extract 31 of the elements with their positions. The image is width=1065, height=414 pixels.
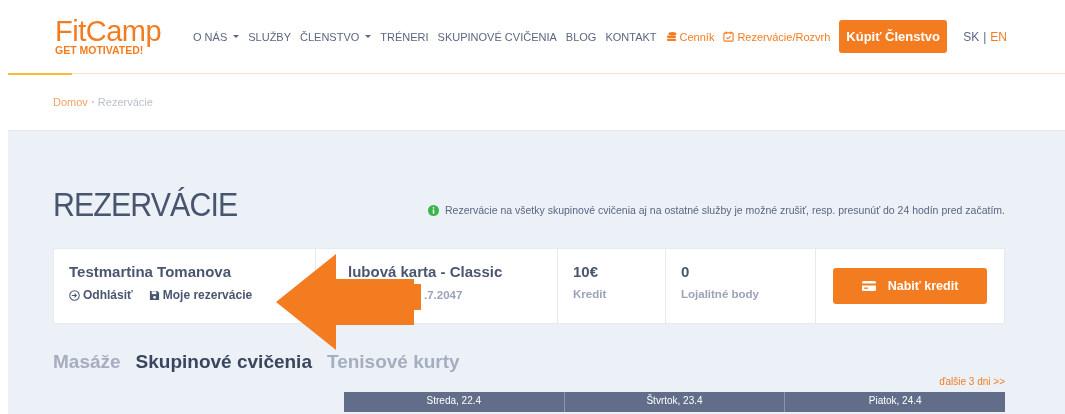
page-title: REZERVÁCIE [53,188,238,221]
nav-link[interactable]: TRÉNERI [380,30,429,43]
info-icon [428,204,439,216]
points-label: Lojalitné body [681,288,760,300]
nav-link[interactable]: BLOG [565,30,597,43]
my-reservations-link[interactable]: Moje rezervácie [148,288,253,302]
language-link[interactable]: SK [963,29,980,44]
day-header: Piatok, 24.4 [784,392,1005,412]
credit-label: Kredit [573,288,608,300]
separator: | [983,29,987,44]
nav-link[interactable]: KONTAKT [605,30,657,43]
notice-text: Rezervácie na všetky skupinové cvičenia aj na ostatné služby je možné zrušiť, resp. presunúť do 24 hodín pred začatím. [445,204,1005,216]
day-header: Streda, 22.4 [425,394,483,408]
points-value: 0 [681,263,691,280]
credit-card-icon [861,281,876,291]
caret-icon [233,35,240,38]
logout-icon [69,289,80,301]
nav-link[interactable]: SKUPINOVÉ CVIČENIA [437,30,557,43]
day-header: Štvrtok, 23.4 [563,392,785,412]
coins-icon [665,31,677,42]
caret-icon [365,35,372,38]
nav-link[interactable]: ČLENSTVO [300,30,372,43]
calendar-icon [723,31,735,42]
nav-link[interactable]: SLUŽBY [248,30,292,43]
membership-name: lubová karta - Classic [347,263,504,280]
category-tab[interactable]: Skupinové cvičenia [135,351,312,373]
user-name: Testmartina Tomanova [69,263,232,280]
nav-link[interactable]: O NÁS [193,30,240,43]
logout-link[interactable]: Odhlásiť [69,288,133,302]
credit-value: 10€ [573,263,600,280]
valid-until-date: .7.2047 [424,289,463,301]
